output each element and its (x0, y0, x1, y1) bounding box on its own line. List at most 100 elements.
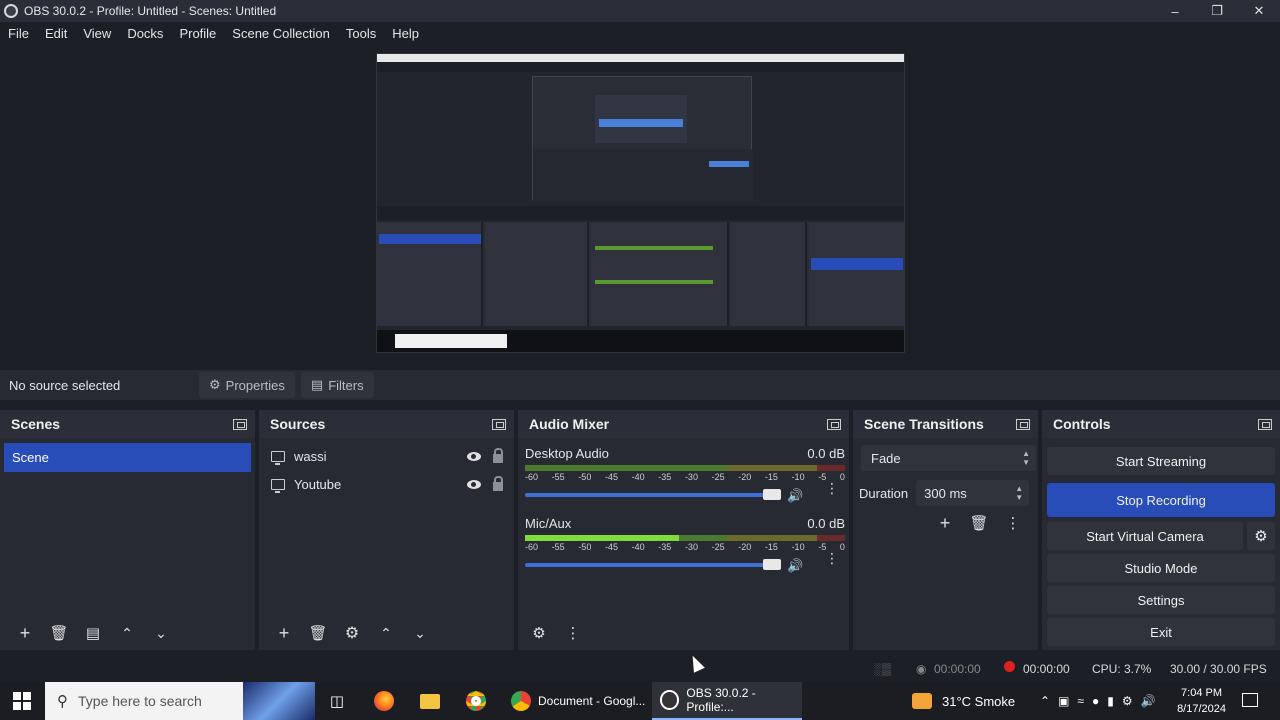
menu-tools[interactable]: Tools (338, 26, 384, 41)
record-dot-icon (1004, 661, 1015, 672)
volume-slider[interactable] (525, 563, 779, 567)
title-bar: OBS 30.0.2 - Profile: Untitled - Scenes:… (0, 0, 1280, 22)
undock-icon[interactable] (1016, 418, 1030, 430)
remove-source-button[interactable]: 🗑 (301, 622, 335, 644)
remove-scene-button[interactable]: 🗑 (42, 622, 76, 644)
transition-select[interactable]: Fade ▲ ▼ (861, 445, 1036, 471)
scene-list-item[interactable]: Scene (4, 443, 251, 472)
window-title: OBS 30.0.2 - Profile: Untitled - Scenes:… (24, 4, 277, 18)
taskbar-chrome-document[interactable]: Document - Googl... (505, 682, 647, 720)
system-tray: ⌃ ▣ ≈ ● ▮ ⚙ 🔊 (1040, 682, 1156, 720)
weather-icon (912, 693, 932, 709)
microphone-icon[interactable]: ● (1092, 694, 1099, 708)
scene-filters-button[interactable]: ▤ (76, 622, 110, 644)
source-properties-button[interactable]: ⚙ (335, 622, 369, 644)
move-scene-up-button[interactable]: ⌃ (110, 622, 144, 644)
menu-docks[interactable]: Docks (119, 26, 171, 41)
channel-menu-icon[interactable]: ⋮ (825, 551, 839, 565)
settings-tray-icon[interactable]: ⚙ (1122, 694, 1133, 708)
undock-icon[interactable] (492, 418, 506, 430)
volume-slider-handle[interactable] (763, 559, 781, 570)
menu-file[interactable]: File (0, 26, 37, 41)
speaker-icon[interactable]: 🔊 (787, 488, 803, 504)
start-streaming-button[interactable]: Start Streaming (1047, 447, 1275, 475)
firefox-icon[interactable] (374, 682, 396, 720)
taskbar-obs-label: OBS 30.0.2 - Profile:... (686, 686, 756, 714)
visibility-eye-icon[interactable] (467, 479, 481, 489)
channel-name: Desktop Audio (525, 446, 609, 461)
search-highlight-image (243, 682, 315, 720)
duration-label: Duration (859, 485, 909, 501)
channel-menu-icon[interactable]: ⋮ (825, 481, 839, 495)
search-icon: ⚲ (57, 693, 68, 710)
task-view-icon[interactable]: ◫ (327, 682, 347, 720)
preview-title-strip (377, 54, 904, 62)
wifi-icon[interactable]: ≈ (1077, 694, 1084, 708)
transition-menu-icon[interactable]: ⋮ (996, 512, 1030, 534)
clock-time: 7:04 PM (1181, 687, 1223, 699)
audio-mixer-title: Audio Mixer (529, 416, 610, 432)
stop-recording-button[interactable]: Stop Recording (1047, 483, 1275, 517)
source-item-wassi[interactable]: wassi (271, 444, 503, 468)
remove-transition-button[interactable]: 🗑 (962, 512, 996, 534)
undock-icon[interactable] (1258, 418, 1272, 430)
preview-recursive-capture (532, 76, 753, 201)
lock-icon[interactable] (493, 447, 503, 463)
stepper-icon[interactable]: ▲ ▼ (1015, 484, 1023, 502)
filters-label: Filters (328, 377, 364, 393)
add-scene-button[interactable]: + (8, 622, 42, 644)
menu-scene-collection[interactable]: Scene Collection (224, 26, 338, 41)
volume-icon[interactable]: 🔊 (1141, 694, 1156, 708)
add-transition-button[interactable]: + (928, 512, 962, 534)
close-button[interactable]: ✕ (1238, 0, 1280, 22)
clock[interactable]: 7:04 PM 8/17/2024 (1177, 685, 1226, 717)
properties-button[interactable]: ⚙ Properties (199, 372, 295, 398)
notification-icon[interactable] (1242, 693, 1258, 707)
display-capture-icon (271, 478, 285, 493)
undock-icon[interactable] (233, 418, 247, 430)
meet-now-icon[interactable]: ▣ (1058, 694, 1069, 708)
advanced-audio-properties-icon[interactable]: ⚙ (522, 622, 556, 644)
taskbar-obs[interactable]: OBS 30.0.2 - Profile:... (652, 682, 802, 720)
volume-slider[interactable] (525, 493, 779, 497)
exit-button[interactable]: Exit (1047, 618, 1275, 646)
file-explorer-icon[interactable] (420, 682, 442, 720)
context-bar: No source selected ⚙ Properties ▤ Filter… (0, 370, 1280, 400)
chrome-icon[interactable] (466, 682, 488, 720)
menu-help[interactable]: Help (384, 26, 427, 41)
move-scene-down-button[interactable]: ⌄ (144, 622, 178, 644)
move-source-up-button[interactable]: ⌃ (369, 622, 403, 644)
taskbar-search-box[interactable]: ⚲ Type here to search (45, 682, 315, 720)
visibility-eye-icon[interactable] (467, 451, 481, 461)
chevron-up-icon[interactable]: ⌃ (1040, 694, 1050, 708)
weather-widget[interactable]: 31°C Smoke (912, 682, 1015, 720)
program-preview[interactable] (376, 53, 905, 353)
menu-edit[interactable]: Edit (37, 26, 75, 41)
speaker-icon[interactable]: 🔊 (787, 558, 803, 574)
menu-profile[interactable]: Profile (171, 26, 224, 41)
virtual-camera-settings-icon[interactable]: ⚙ (1247, 522, 1275, 550)
start-virtual-camera-button[interactable]: Start Virtual Camera (1047, 522, 1243, 550)
status-bar: ░▒ ◉ 00:00:00 00:00:00 CPU: 3.7% 30.00 /… (0, 656, 1280, 682)
move-source-down-button[interactable]: ⌄ (403, 622, 437, 644)
restore-button[interactable]: ❐ (1196, 0, 1238, 22)
windows-taskbar: ⚲ Type here to search ◫ Document - Googl… (0, 682, 1280, 720)
volume-slider-handle[interactable] (763, 489, 781, 500)
studio-mode-button[interactable]: Studio Mode (1047, 554, 1275, 582)
add-source-button[interactable]: + (267, 622, 301, 644)
duration-row: Duration 300 ms ▲ ▼ (859, 480, 1030, 506)
battery-icon[interactable]: ▮ (1107, 694, 1114, 708)
fps-readout: 30.00 / 30.00 FPS (1170, 662, 1267, 676)
weather-text: 31°C Smoke (942, 693, 1016, 709)
duration-spinbox[interactable]: 300 ms ▲ ▼ (916, 480, 1030, 506)
lock-icon[interactable] (493, 475, 503, 491)
windows-start-icon[interactable] (13, 692, 31, 710)
undock-icon[interactable] (827, 418, 841, 430)
filters-button[interactable]: ▤ Filters (300, 372, 374, 398)
minimize-button[interactable]: – (1154, 0, 1196, 22)
source-item-youtube[interactable]: Youtube (271, 472, 503, 496)
mixer-menu-icon[interactable]: ⋮ (556, 622, 590, 644)
settings-button[interactable]: Settings (1047, 586, 1275, 614)
menu-view[interactable]: View (75, 26, 119, 41)
stream-time: 00:00:00 (934, 662, 981, 676)
